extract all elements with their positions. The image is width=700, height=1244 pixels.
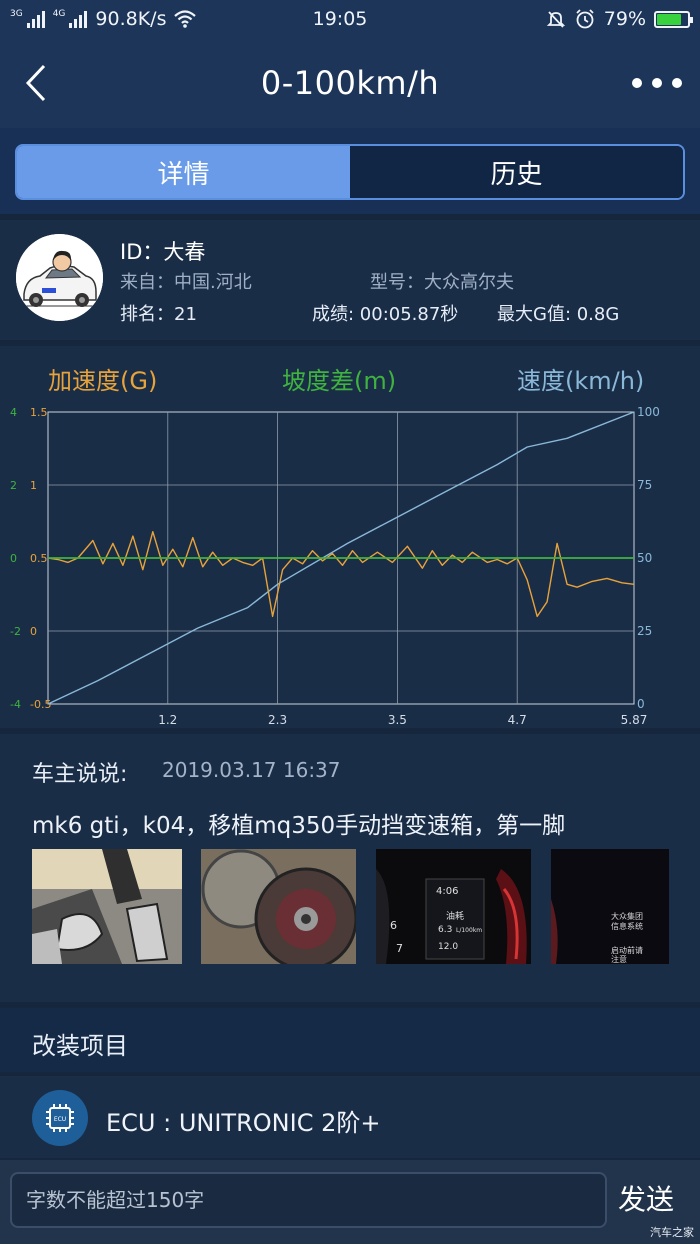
accel-series-line (47, 531, 635, 618)
chip-icon: ECU (32, 1090, 88, 1146)
y-left-inner-tick: 0 (30, 625, 37, 638)
y-left-inner-tick: 1.5 (30, 406, 48, 419)
network-speed: 90.8K/s (95, 8, 167, 30)
dash-time: 4:06 (436, 886, 458, 897)
comment-date: 2019.03.17 16:37 (162, 758, 341, 782)
send-button[interactable]: 发送 (618, 1178, 674, 1218)
tab-history[interactable]: 历史 (350, 146, 683, 198)
photo-dashboard[interactable]: 4:06 油耗 6.3 L/100km 12.0 6 7 (376, 849, 531, 964)
owner-comment-card: 车主说说: 2019.03.17 16:37 mk6 gti，k04，移植mq3… (0, 734, 700, 1002)
mod-label: ECU : UNITRONIC 2阶+ (106, 1109, 381, 1137)
y-left-inner-tick: 0.5 (30, 552, 48, 565)
tab-bar-container: 详情 历史 (0, 128, 700, 214)
dashboard-photo: 4:06 油耗 6.3 L/100km 12.0 6 7 (376, 849, 531, 964)
comment-heading: 车主说说: (32, 762, 128, 787)
clock: 19:05 (312, 8, 368, 30)
chip-label: ECU (54, 1116, 66, 1123)
comment-text: mk6 gti，k04，移植mq350手动挡变速箱，第一脚 (32, 813, 566, 839)
signal-icon (26, 10, 45, 28)
x-tick-label: 1.2 (158, 713, 177, 727)
comment-input-bar: 发送 汽车之家 (0, 1160, 700, 1244)
y-right-tick: 0 (637, 697, 645, 711)
chart-card: 加速度(G) 坡度差(m) 速度(km/h) 1.2 2.3 3.5 4.7 5.87 4… (0, 346, 700, 728)
dash-label: 油耗 (446, 910, 464, 922)
y-right-tick: 25 (637, 624, 652, 638)
user-id: ID：大春 (120, 240, 206, 264)
y-right-tick: 75 (637, 478, 652, 492)
x-tick-label: 3.5 (388, 713, 407, 727)
watermark: 汽车之家 (650, 1226, 694, 1239)
battery-icon (654, 10, 693, 28)
photo-pedals[interactable] (32, 849, 182, 964)
score: 成绩: 00:05.87秒 (312, 304, 459, 325)
y-right-tick: 50 (637, 551, 652, 565)
dash-num-b: 7 (396, 942, 403, 955)
wifi-icon (174, 10, 197, 28)
tab-bar: 详情 历史 (15, 144, 685, 200)
signal-icon-2 (69, 10, 88, 28)
dot-icon (632, 78, 642, 88)
network-type-3g: 3G (10, 8, 23, 19)
x-tick-label: 4.7 (508, 713, 527, 727)
chevron-left-icon (25, 64, 46, 102)
y-left-inner-tick: 1 (30, 479, 37, 492)
y-right-tick: 100 (637, 405, 660, 419)
screen-line1: 大众集团 (611, 911, 643, 921)
bell-muted-icon (546, 11, 565, 28)
dot-icon (652, 78, 662, 88)
battery-percent: 79% (603, 8, 646, 30)
y-left-outer-tick: 4 (10, 406, 17, 419)
y-left-outer-tick: -2 (10, 625, 21, 638)
comment-input[interactable] (10, 1172, 607, 1228)
dot-icon (672, 78, 682, 88)
pedals-photo (32, 849, 182, 964)
dash-unit: L/100km (456, 927, 482, 934)
status-bar: 3G 4G 90.8K/s 19:05 79% (0, 0, 700, 38)
avatar[interactable] (16, 234, 103, 321)
dash-value2: 12.0 (438, 942, 458, 952)
dash-num-a: 6 (390, 919, 397, 932)
rank: 排名：21 (120, 304, 197, 325)
tab-details[interactable]: 详情 (17, 146, 350, 198)
mod-item-ecu[interactable]: ECU ECU : UNITRONIC 2阶+ (0, 1076, 700, 1158)
network-type-4g: 4G (52, 8, 66, 19)
dash-value: 6.3 (438, 925, 452, 935)
car-cartoon-avatar (16, 234, 103, 321)
mods-title: 改装项目 (32, 1032, 128, 1060)
clutch-photo (201, 849, 356, 964)
car-model: 型号：大众高尔夫 (370, 272, 514, 293)
screen-line2: 信息系统 (611, 921, 643, 931)
back-button[interactable] (16, 60, 56, 106)
y-left-outer-tick: 2 (10, 479, 17, 492)
x-tick-label: 5.87 (621, 713, 648, 727)
x-tick-label: 2.3 (268, 713, 287, 727)
screen-line3: 启动前请 (611, 945, 643, 955)
screen-line4: 注意 (611, 954, 627, 964)
alarm-icon (576, 9, 594, 29)
more-options-button[interactable] (632, 68, 682, 98)
profile-card: ID：大春 来自：中国.河北 型号：大众高尔夫 排名：21 成绩: 00:05.… (0, 220, 700, 340)
acceleration-chart: 1.2 2.3 3.5 4.7 5.87 4 1.5 100 2 1 75 0 0.5 50 -2 0 25 -4… (10, 405, 660, 727)
screen-photo: 大众集团 信息系统 启动前请 注意 (551, 849, 669, 964)
user-location: 来自：中国.河北 (120, 272, 252, 293)
mods-header: 改装项目 (0, 1008, 700, 1072)
photo-screen[interactable]: 大众集团 信息系统 启动前请 注意 (551, 849, 669, 964)
y-left-outer-tick: -4 (10, 698, 21, 711)
title-bar: 0-100km/h (0, 38, 700, 128)
photo-clutch[interactable] (201, 849, 356, 964)
y-left-outer-tick: 0 (10, 552, 17, 565)
page-title: 0-100km/h (260, 64, 440, 102)
max-g: 最大G值: 0.8G (497, 304, 620, 325)
